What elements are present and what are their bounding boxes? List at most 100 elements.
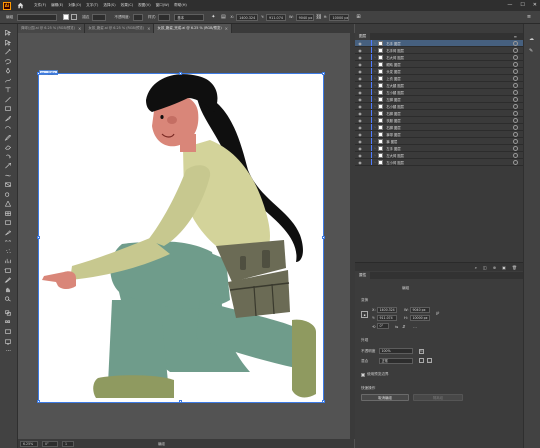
target-circle-icon[interactable] xyxy=(513,68,518,74)
selection-handle-tl[interactable] xyxy=(37,72,40,75)
layer-name[interactable]: 上衣 图层 xyxy=(386,76,513,81)
y-field[interactable]: 911.074 xyxy=(377,315,397,321)
stroke-swatch[interactable] xyxy=(71,14,78,20)
eraser-icon[interactable] xyxy=(4,144,12,150)
rotate-icon[interactable]: ⟲ xyxy=(372,324,375,329)
layer-row[interactable]: ◉ › 裤带 图层 xyxy=(355,131,523,138)
selection-tool-icon[interactable] xyxy=(4,29,12,36)
layer-name[interactable]: 左小腿 图层 xyxy=(386,90,513,95)
target-circle-icon[interactable] xyxy=(513,152,518,158)
curvature-icon[interactable] xyxy=(4,78,12,84)
home-icon[interactable] xyxy=(17,2,24,9)
zoom-field[interactable]: 6.25% xyxy=(20,440,38,447)
layer-row[interactable]: ◉ › 右脚 图层 xyxy=(355,110,523,117)
layer-row[interactable]: ◉ › 上衣 图层 xyxy=(355,75,523,82)
fill-swatch[interactable] xyxy=(63,14,70,20)
flip-vertical-icon[interactable]: ⇵ xyxy=(402,324,405,329)
h-field[interactable]: 10000 px xyxy=(329,13,350,21)
fx-icon[interactable]: fx xyxy=(419,349,424,354)
gradient-tool-icon[interactable] xyxy=(4,220,12,226)
selection-handle-ml[interactable] xyxy=(37,236,40,239)
layer-row[interactable]: ◉ › 左小臂 图层 xyxy=(355,159,523,166)
layer-row[interactable]: ◉ › 衣服 图层 xyxy=(355,117,523,124)
y-field[interactable]: 911.074 xyxy=(266,13,286,21)
selection-handle-br[interactable] xyxy=(322,400,325,403)
opacity-field[interactable]: 100% xyxy=(379,348,413,354)
preview-bounds-checkbox[interactable] xyxy=(361,373,365,377)
layer-name[interactable]: 衣服 图层 xyxy=(386,118,513,123)
blend-tool-icon[interactable] xyxy=(4,239,12,245)
menu-view[interactable]: 视图(V) xyxy=(138,3,150,8)
target-circle-icon[interactable] xyxy=(513,145,518,151)
target-circle-icon[interactable] xyxy=(513,54,518,60)
layer-row[interactable]: ◉ › 右手臂 图层 xyxy=(355,47,523,54)
visibility-eye-icon[interactable]: ◉ xyxy=(357,48,363,53)
maximize-button[interactable]: ☐ xyxy=(520,2,524,8)
visibility-eye-icon[interactable]: ◉ xyxy=(357,69,363,74)
layer-row[interactable]: ◉ › 左大腿 图层 xyxy=(355,82,523,89)
symbol-sprayer-icon[interactable] xyxy=(4,249,12,255)
line-tool-icon[interactable] xyxy=(4,96,12,103)
target-circle-icon[interactable] xyxy=(513,82,518,88)
menu-help[interactable]: 帮助(H) xyxy=(174,3,187,8)
artboard[interactable] xyxy=(38,73,324,403)
visibility-eye-icon[interactable]: ◉ xyxy=(357,125,363,130)
rotation-field[interactable]: 0° xyxy=(42,440,58,447)
layer-row[interactable]: ◉ › 眼睛 图层 xyxy=(355,61,523,68)
ungroup-button[interactable]: 取消编组 xyxy=(361,394,409,401)
clipping-mask-icon[interactable]: ◫ xyxy=(483,265,487,270)
selection-handle-mr[interactable] xyxy=(322,236,325,239)
layer-name[interactable]: 裤 图层 xyxy=(386,139,513,144)
mesh-tool-icon[interactable] xyxy=(4,211,12,217)
tab-layers[interactable]: 图层 xyxy=(355,33,371,40)
rotate-tool-icon[interactable] xyxy=(4,154,12,160)
direct-selection-icon[interactable] xyxy=(4,39,12,46)
x-field[interactable]: 1400.324 xyxy=(377,307,397,313)
new-sublayer-icon[interactable]: ⊕ xyxy=(493,265,496,270)
layer-row[interactable]: ◉ › 右大臂 图层 xyxy=(355,54,523,61)
w-field[interactable]: 9040 px xyxy=(410,307,430,313)
stroke-weight-field[interactable] xyxy=(92,13,107,21)
layer-name[interactable]: 裤带 图层 xyxy=(386,132,513,137)
visibility-eye-icon[interactable]: ◉ xyxy=(357,132,363,137)
visibility-eye-icon[interactable]: ◉ xyxy=(357,55,363,60)
layer-name[interactable]: 右大臂 图层 xyxy=(386,55,513,60)
minimize-button[interactable]: — xyxy=(507,2,512,8)
visibility-eye-icon[interactable]: ◉ xyxy=(357,76,363,81)
selection-handle-bm[interactable] xyxy=(179,400,182,403)
layer-row[interactable]: ◉ › 右手 图层 xyxy=(355,40,523,47)
menu-effect[interactable]: 效果(C) xyxy=(121,3,134,8)
target-circle-icon[interactable] xyxy=(513,75,518,81)
close-icon[interactable]: × xyxy=(78,24,81,33)
menu-select[interactable]: 选择(S) xyxy=(103,3,115,8)
visibility-eye-icon[interactable]: ◉ xyxy=(357,111,363,116)
target-circle-icon[interactable] xyxy=(513,110,518,116)
basic-dropdown[interactable]: 基本 xyxy=(174,13,205,21)
libraries-icon[interactable]: ☁ xyxy=(529,36,534,42)
more-appearance-icon[interactable]: … xyxy=(427,358,432,363)
h-field[interactable]: 10000 px xyxy=(410,315,430,321)
layer-row[interactable]: ◉ › 裤 图层 xyxy=(355,138,523,145)
comments-icon[interactable]: ✎ xyxy=(529,48,533,54)
recolor-icon[interactable]: ✦ xyxy=(210,14,216,20)
blend-mode-dropdown[interactable]: 正常 xyxy=(379,358,413,364)
close-icon[interactable]: × xyxy=(147,24,150,33)
layer-row[interactable]: ◉ › 左小腿 图层 xyxy=(355,89,523,96)
delete-layer-icon[interactable]: 🗑 xyxy=(512,265,517,270)
tab-girl-kneel-done[interactable]: 女孩_跪姿_完成.ai @ 6.25 % (RGB/预览) × xyxy=(154,24,232,33)
target-circle-icon[interactable] xyxy=(513,61,518,67)
tab-girl-kneel[interactable]: 女孩_跪姿.ai @ 6.25 % (RGB/预览) × xyxy=(85,24,155,33)
layer-name[interactable]: 右脚 图层 xyxy=(386,111,513,116)
visibility-eye-icon[interactable]: ◉ xyxy=(357,97,363,102)
menu-file[interactable]: 文件(F) xyxy=(34,3,46,8)
layer-name[interactable]: 头发 图层 xyxy=(386,69,513,74)
layer-name[interactable]: 左大臂 图层 xyxy=(386,153,513,158)
target-circle-icon[interactable] xyxy=(513,47,518,53)
visibility-eye-icon[interactable]: ◉ xyxy=(357,41,363,46)
layer-name[interactable]: 左小臂 图层 xyxy=(386,160,513,165)
free-transform-icon[interactable] xyxy=(4,182,12,188)
girl-illustration[interactable] xyxy=(38,73,324,403)
layer-name[interactable]: 左脚 图层 xyxy=(386,97,513,102)
visibility-eye-icon[interactable]: ◉ xyxy=(357,104,363,109)
zoom-tool-icon[interactable] xyxy=(4,296,12,302)
